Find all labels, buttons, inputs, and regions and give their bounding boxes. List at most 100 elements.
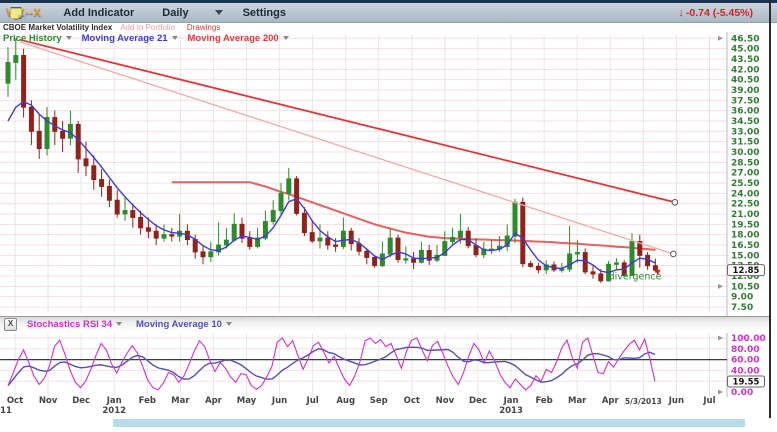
candle[interactable] [575,253,579,254]
candle[interactable] [341,231,345,246]
candle[interactable] [115,200,119,214]
candle[interactable] [302,213,306,232]
indicator-tick-label: 40.00 [731,366,759,376]
month-label: Nov [39,396,58,406]
candle[interactable] [68,124,72,138]
legend-item-ma21[interactable]: Moving Average 21 [82,33,178,44]
sticky-note-icon[interactable] [9,6,23,20]
candle[interactable] [100,180,104,187]
candle[interactable] [209,252,213,257]
price-tick-label: 34.50 [731,117,759,127]
candle[interactable] [287,179,291,193]
drawings-link[interactable]: Drawings [187,23,220,32]
candle[interactable] [162,235,166,238]
stochastics-rsi-label[interactable]: Stochastics RSI 34 [27,319,122,330]
candle[interactable] [326,238,330,245]
indicator-tick-label: 100.00 [731,334,766,344]
candle[interactable] [295,179,299,213]
price-tick-label: 9.00 [731,293,753,303]
price-tick-label: 22.50 [731,200,759,210]
settings-button[interactable]: Settings [243,7,286,19]
trendline-handle[interactable] [671,251,677,257]
candle[interactable] [334,245,338,246]
month-label: Oct [7,396,23,406]
legend-item-price-history[interactable]: Price History [3,33,72,44]
candle[interactable] [591,272,595,274]
candle[interactable] [536,266,540,269]
close-indicator-button[interactable]: X [4,318,17,331]
candle[interactable] [170,235,174,236]
range-marker-icon [718,284,723,289]
range-marker-icon [718,336,723,341]
month-label: Jul [306,396,319,406]
candle[interactable] [599,274,603,281]
candle[interactable] [521,202,525,263]
candle[interactable] [271,211,275,222]
period-caret-icon[interactable] [215,10,223,15]
candle[interactable] [529,264,533,267]
candle[interactable] [22,56,26,108]
stochastics-chart[interactable]: 100.0080.0060.0040.000.0019.55Oct11NovDe… [0,331,777,432]
add-indicator-button[interactable]: Add Indicator [63,7,134,19]
candle[interactable] [318,238,322,241]
candle[interactable] [373,257,377,265]
trendline-2[interactable] [20,42,674,254]
candle[interactable] [29,107,33,131]
price-tick-label: 21.00 [731,210,759,220]
price-chart[interactable]: divergence46.5045.0043.5042.0040.5039.00… [0,30,777,318]
candle[interactable] [419,251,423,263]
candle[interactable] [61,131,65,138]
candle[interactable] [365,251,369,257]
candle[interactable] [146,228,150,231]
chevron-down-icon[interactable] [66,36,72,40]
period-select[interactable]: Daily [162,7,188,19]
month-label: Nov [436,396,455,406]
candle[interactable] [614,263,618,264]
candle[interactable] [248,238,252,246]
add-to-portfolio-link[interactable]: Add to Portfolio [120,23,175,32]
horizontal-scrollbar[interactable] [113,419,745,427]
price-tick-label: 36.00 [731,107,759,117]
month-label: Dec [72,396,90,406]
trendline-handle[interactable] [672,199,678,205]
candle[interactable] [107,186,111,200]
candle[interactable] [474,246,478,255]
candle[interactable] [131,211,135,218]
month-label: Apr [602,396,620,406]
candle[interactable] [201,252,205,257]
chevron-down-icon[interactable] [116,322,122,326]
candle[interactable] [14,56,18,63]
candle[interactable] [310,233,314,241]
candle[interactable] [653,266,657,270]
legend-item-ma200[interactable]: Moving Average 200 [188,33,289,44]
chevron-down-icon[interactable] [283,36,289,40]
candle[interactable] [458,231,462,237]
candle[interactable] [513,202,517,236]
candle[interactable] [139,217,143,227]
instrument-title: CBOE Market Volatility Index [3,23,112,32]
candle[interactable] [404,259,408,260]
candle[interactable] [568,254,572,269]
candle[interactable] [37,131,41,148]
candle[interactable] [224,240,228,245]
month-label: 5/3/2013 [625,397,662,406]
candle[interactable] [6,62,10,83]
candle[interactable] [123,211,127,214]
candle[interactable] [92,166,96,180]
candle[interactable] [388,238,392,254]
candle[interactable] [560,269,564,270]
candle[interactable] [396,238,400,259]
candle[interactable] [154,231,158,238]
candle[interactable] [630,242,634,276]
candle[interactable] [412,259,416,262]
chevron-down-icon[interactable] [172,36,178,40]
candle[interactable] [232,224,236,240]
candle[interactable] [279,193,283,210]
candle[interactable] [466,231,470,245]
candle[interactable] [349,231,353,243]
chevron-down-icon[interactable] [226,322,232,326]
candle[interactable] [84,159,88,166]
ma10-label[interactable]: Moving Average 10 [136,319,232,330]
month-label: Feb [535,396,552,406]
candle[interactable] [451,237,455,241]
